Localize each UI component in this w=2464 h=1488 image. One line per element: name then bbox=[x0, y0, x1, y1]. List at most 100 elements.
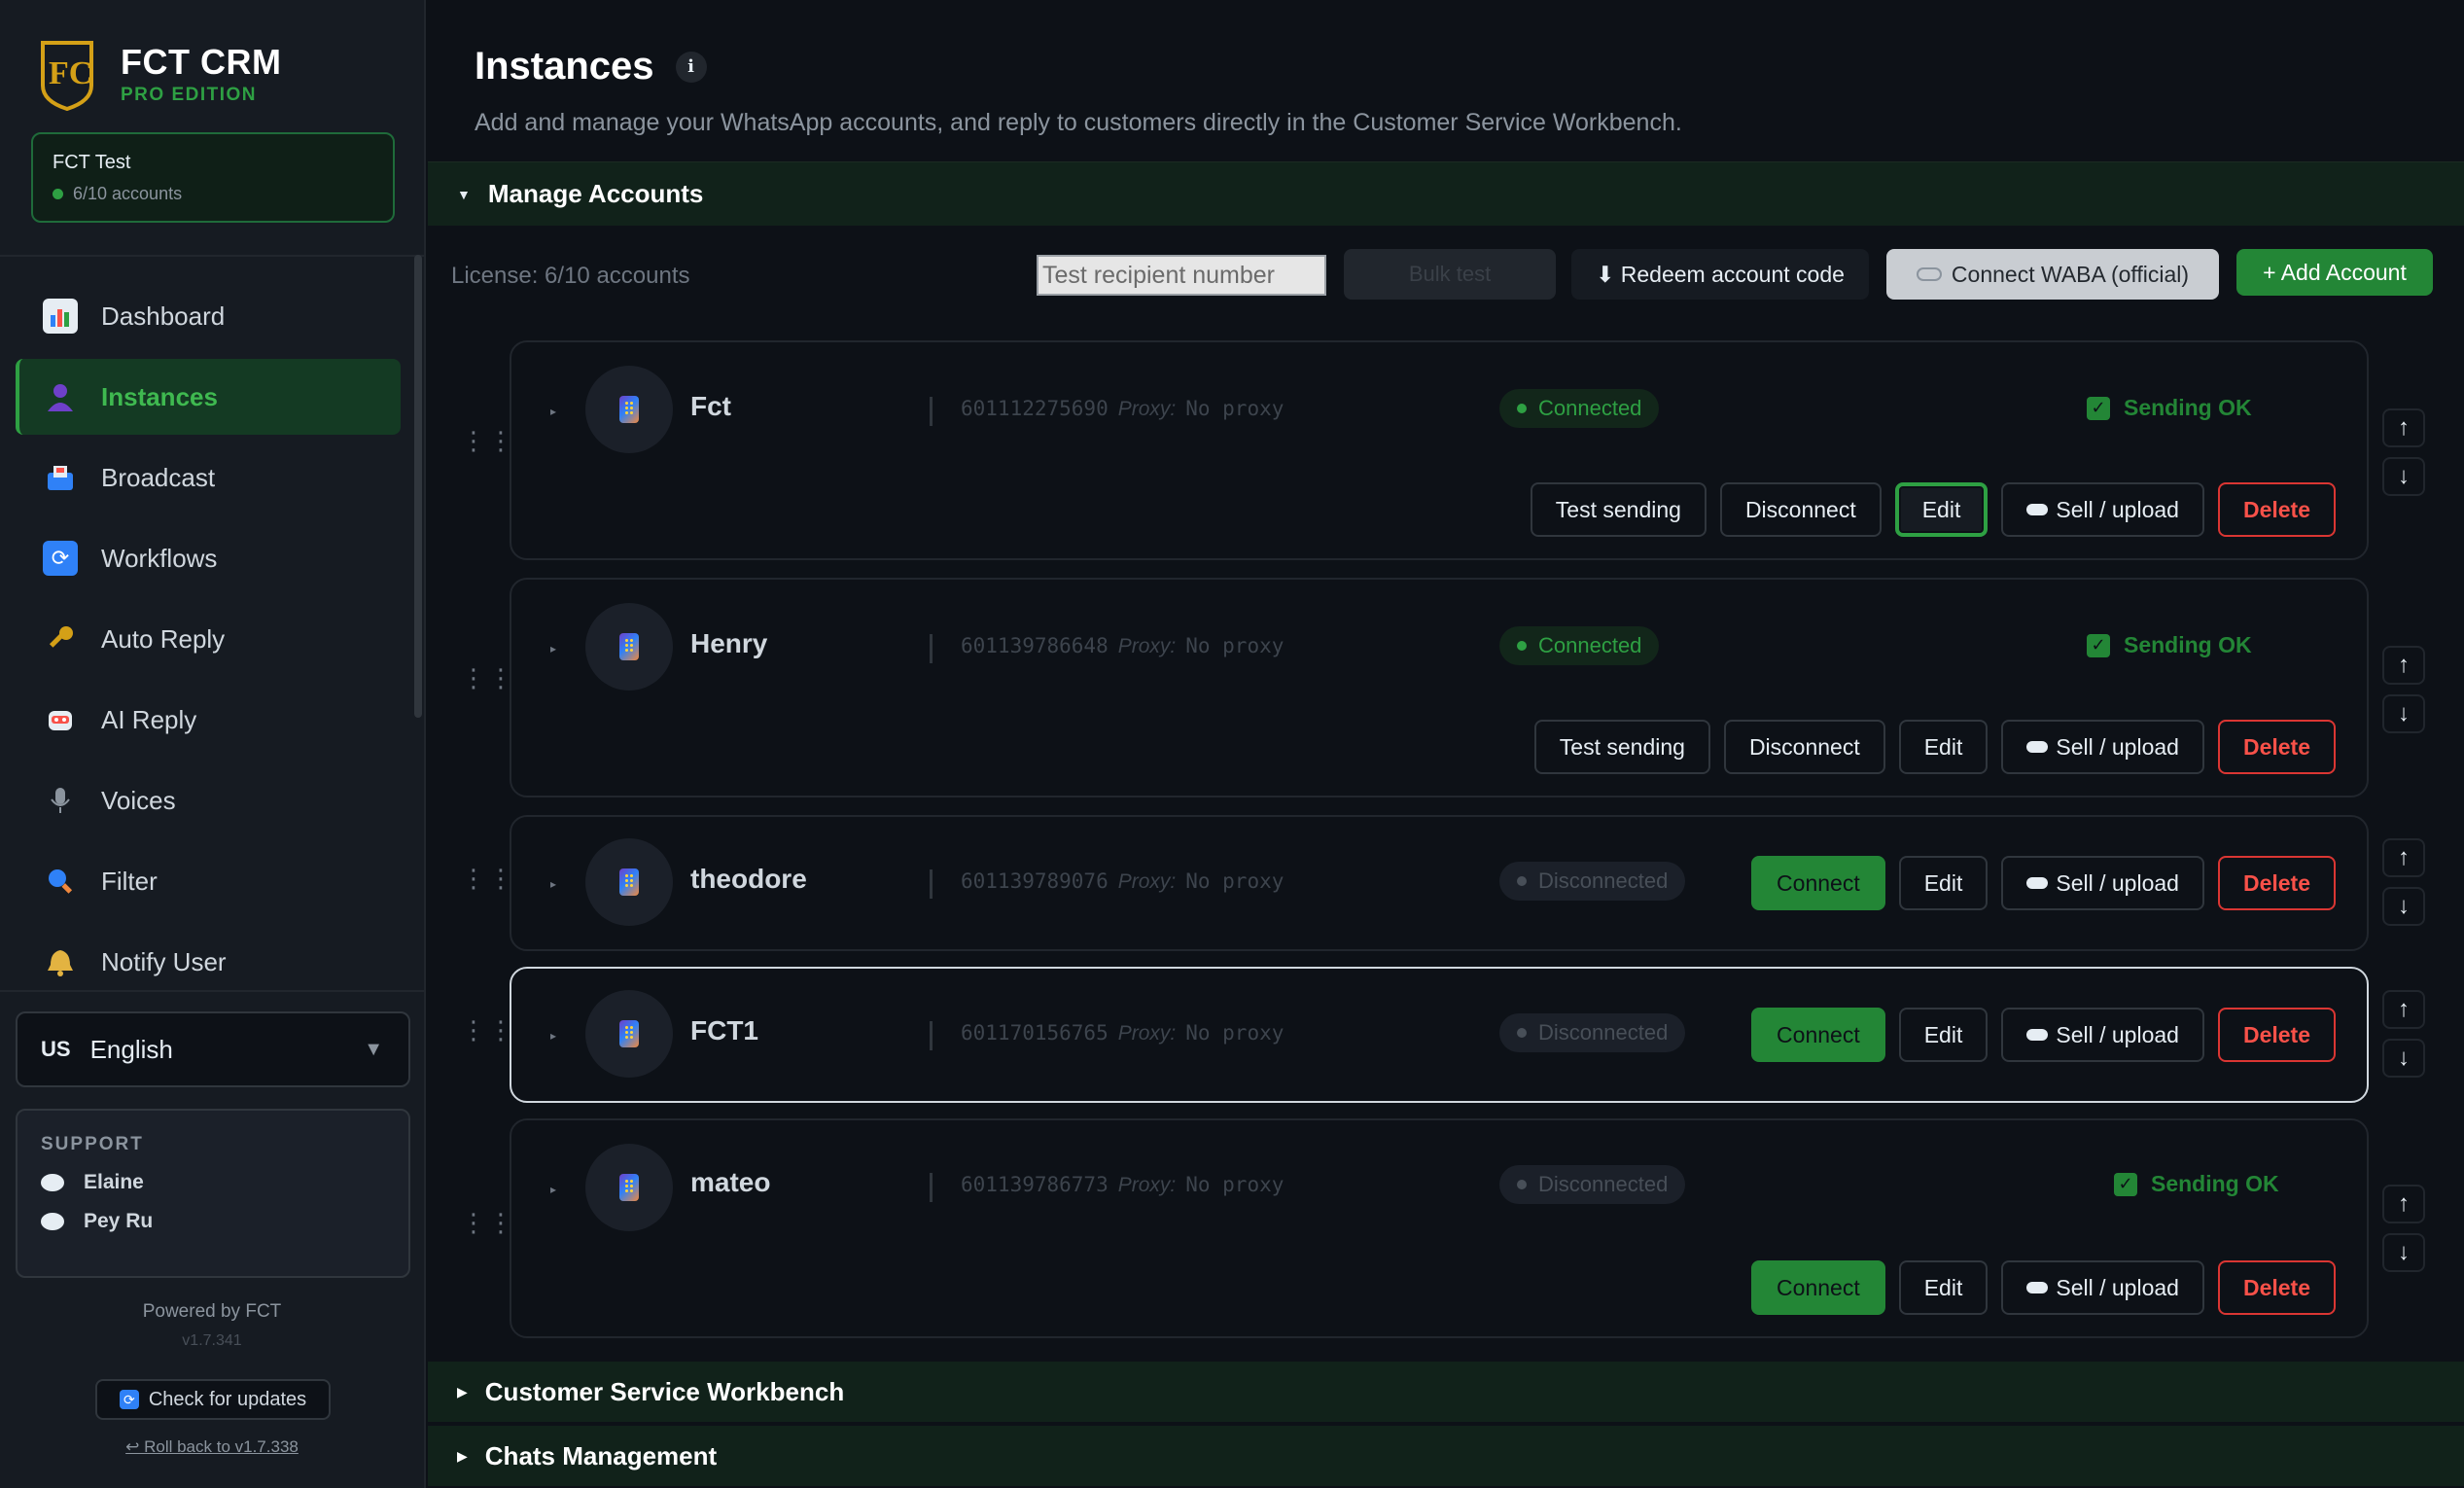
move-up-button[interactable]: ↑ bbox=[2382, 408, 2425, 447]
delete-button[interactable]: Delete bbox=[2217, 720, 2336, 774]
drag-handle-icon[interactable]: ⋮⋮ bbox=[461, 866, 513, 891]
check-updates-label: Check for updates bbox=[148, 1388, 307, 1410]
account-card[interactable]: FCT Test 6/10 accounts bbox=[31, 132, 395, 223]
move-down-button[interactable]: ↓ bbox=[2382, 694, 2425, 733]
move-down-button[interactable]: ↓ bbox=[2382, 1233, 2425, 1272]
reorder-arrows: ↑ ↓ bbox=[2382, 1185, 2425, 1282]
edit-button[interactable]: Edit bbox=[1898, 856, 1989, 910]
delete-button[interactable]: Delete bbox=[2217, 1260, 2336, 1315]
connect-waba-button[interactable]: Connect WABA (official) bbox=[1886, 249, 2219, 300]
move-up-button[interactable]: ↑ bbox=[2382, 838, 2425, 877]
sidebar-item-instances[interactable]: Instances bbox=[16, 359, 401, 435]
sidebar-item-auto-reply[interactable]: Auto Reply bbox=[16, 601, 401, 677]
support-contact[interactable]: Pey Ru bbox=[41, 1210, 385, 1233]
test-sending-button[interactable]: Test sending bbox=[1530, 482, 1707, 537]
sell-upload-button[interactable]: Sell / upload bbox=[2001, 720, 2204, 774]
sidebar-item-voices[interactable]: Voices bbox=[16, 762, 401, 838]
brand[interactable]: FC FCT CRM PRO EDITION bbox=[39, 37, 281, 111]
edit-button[interactable]: Edit bbox=[1894, 482, 1989, 537]
test-recipient-input[interactable] bbox=[1037, 255, 1326, 296]
delete-button[interactable]: Delete bbox=[2217, 856, 2336, 910]
sidebar-scrollbar[interactable] bbox=[414, 255, 422, 718]
move-up-button[interactable]: ↑ bbox=[2382, 646, 2425, 685]
expand-caret-icon[interactable]: ▸ bbox=[550, 1029, 556, 1043]
proxy-label: Proxy: bbox=[1117, 635, 1177, 657]
sell-upload-button[interactable]: Sell / upload bbox=[2001, 482, 2204, 537]
check-updates-button[interactable]: ⟳ Check for updates bbox=[95, 1379, 331, 1420]
move-up-button[interactable]: ↑ bbox=[2382, 1185, 2425, 1223]
checkbox-checked-icon: ✓ bbox=[2087, 396, 2110, 420]
delete-button[interactable]: Delete bbox=[2217, 1008, 2336, 1062]
connect-button[interactable]: Connect bbox=[1751, 856, 1885, 910]
chevron-down-icon: ▼ bbox=[364, 1038, 383, 1060]
support-contact[interactable]: Elaine bbox=[41, 1171, 385, 1194]
workbench-section-header[interactable]: ▶ Customer Service Workbench bbox=[428, 1360, 2464, 1422]
edit-button[interactable]: Edit bbox=[1898, 1008, 1989, 1062]
expand-caret-icon[interactable]: ▸ bbox=[550, 1183, 556, 1196]
edit-button[interactable]: Edit bbox=[1898, 720, 1989, 774]
cloud-icon bbox=[2026, 877, 2049, 889]
instance-card[interactable]: ▸ theodore 601139789076 Proxy: No proxy Di… bbox=[510, 815, 2369, 951]
avatar bbox=[585, 990, 673, 1078]
delete-button[interactable]: Delete bbox=[2217, 482, 2336, 537]
sell-upload-button[interactable]: Sell / upload bbox=[2001, 1260, 2204, 1315]
page-title: Instances i bbox=[475, 45, 707, 89]
disconnect-button[interactable]: Disconnect bbox=[1723, 720, 1885, 774]
separator bbox=[930, 1173, 933, 1202]
sidebar-item-filter[interactable]: Filter bbox=[16, 843, 401, 919]
instance-card[interactable]: ▸ mateo 601139786773 Proxy: No proxy Disco… bbox=[510, 1118, 2369, 1338]
drag-handle-icon[interactable]: ⋮⋮ bbox=[461, 1210, 513, 1235]
move-up-button[interactable]: ↑ bbox=[2382, 990, 2425, 1029]
expand-caret-icon[interactable]: ▸ bbox=[550, 642, 556, 655]
flag-icon: US bbox=[41, 1037, 71, 1061]
sell-upload-label: Sell / upload bbox=[2056, 1274, 2179, 1300]
sidebar-item-broadcast[interactable]: Broadcast bbox=[16, 440, 401, 515]
connect-button[interactable]: Connect bbox=[1751, 1008, 1885, 1062]
sell-upload-button[interactable]: Sell / upload bbox=[2001, 1008, 2204, 1062]
move-down-button[interactable]: ↓ bbox=[2382, 457, 2425, 496]
reorder-arrows: ↑ ↓ bbox=[2382, 408, 2425, 506]
language-select[interactable]: US English ▼ bbox=[16, 1011, 410, 1087]
sidebar-item-dashboard[interactable]: Dashboard bbox=[16, 278, 401, 354]
sidebar-item-workflows[interactable]: ⟳ Workflows bbox=[16, 520, 401, 596]
connect-button[interactable]: Connect bbox=[1751, 1260, 1885, 1315]
test-sending-button[interactable]: Test sending bbox=[1533, 720, 1710, 774]
instance-number-proxy: 601170156765 Proxy: No proxy bbox=[961, 1021, 1284, 1045]
language-label: English bbox=[89, 1034, 173, 1064]
bulk-test-button[interactable]: Bulk test bbox=[1344, 249, 1556, 300]
proxy-value: No proxy bbox=[1185, 1021, 1285, 1045]
sidebar-item-notify-user[interactable]: Notify User bbox=[16, 924, 401, 1000]
drag-handle-icon[interactable]: ⋮⋮ bbox=[461, 428, 513, 453]
move-down-button[interactable]: ↓ bbox=[2382, 887, 2425, 926]
support-contact-name: Pey Ru bbox=[84, 1210, 154, 1232]
edit-button[interactable]: Edit bbox=[1898, 1260, 1989, 1315]
move-down-button[interactable]: ↓ bbox=[2382, 1039, 2425, 1078]
disconnect-button[interactable]: Disconnect bbox=[1719, 482, 1882, 537]
drag-handle-icon[interactable]: ⋮⋮ bbox=[461, 665, 513, 691]
instance-card[interactable]: ▸ Fct 601112275690 Proxy: No proxy Connect… bbox=[510, 340, 2369, 560]
sidebar-item-label: Broadcast bbox=[101, 462, 216, 492]
drag-handle-icon[interactable]: ⋮⋮ bbox=[461, 1017, 513, 1043]
support-panel: SUPPORT Elaine Pey Ru bbox=[16, 1109, 410, 1278]
expand-caret-icon[interactable]: ▸ bbox=[550, 405, 556, 418]
sidebar-item-label: Instances bbox=[101, 381, 218, 411]
rollback-link[interactable]: ↩ Roll back to v1.7.338 bbox=[0, 1437, 424, 1457]
phone-icon bbox=[619, 1174, 639, 1201]
chats-section-header[interactable]: ▶ Chats Management bbox=[428, 1424, 2464, 1486]
magnifier-icon bbox=[43, 864, 78, 899]
instance-number-proxy: 601139786773 Proxy: No proxy bbox=[961, 1173, 1284, 1197]
expand-caret-icon[interactable]: ▸ bbox=[550, 877, 556, 891]
instance-actions: Connect Edit Sell / upload Delete bbox=[1751, 856, 2336, 910]
instance-card[interactable]: ▸ Henry 601139786648 Proxy: No proxy Conne… bbox=[510, 578, 2369, 797]
proxy-value: No proxy bbox=[1185, 634, 1285, 657]
avatar bbox=[585, 366, 673, 453]
sidebar-item-ai-reply[interactable]: AI Reply bbox=[16, 682, 401, 758]
info-icon[interactable]: i bbox=[675, 51, 707, 83]
sell-upload-button[interactable]: Sell / upload bbox=[2001, 856, 2204, 910]
redeem-code-button[interactable]: ⬇ Redeem account code bbox=[1571, 249, 1869, 300]
add-account-button[interactable]: + Add Account bbox=[2236, 249, 2433, 296]
manage-accounts-header[interactable]: ▼ Manage Accounts bbox=[428, 161, 2464, 226]
instance-card[interactable]: ▸ FCT1 601170156765 Proxy: No proxy Discon… bbox=[510, 967, 2369, 1103]
reorder-arrows: ↑ ↓ bbox=[2382, 838, 2425, 936]
caret-down-icon: ▼ bbox=[457, 186, 471, 202]
